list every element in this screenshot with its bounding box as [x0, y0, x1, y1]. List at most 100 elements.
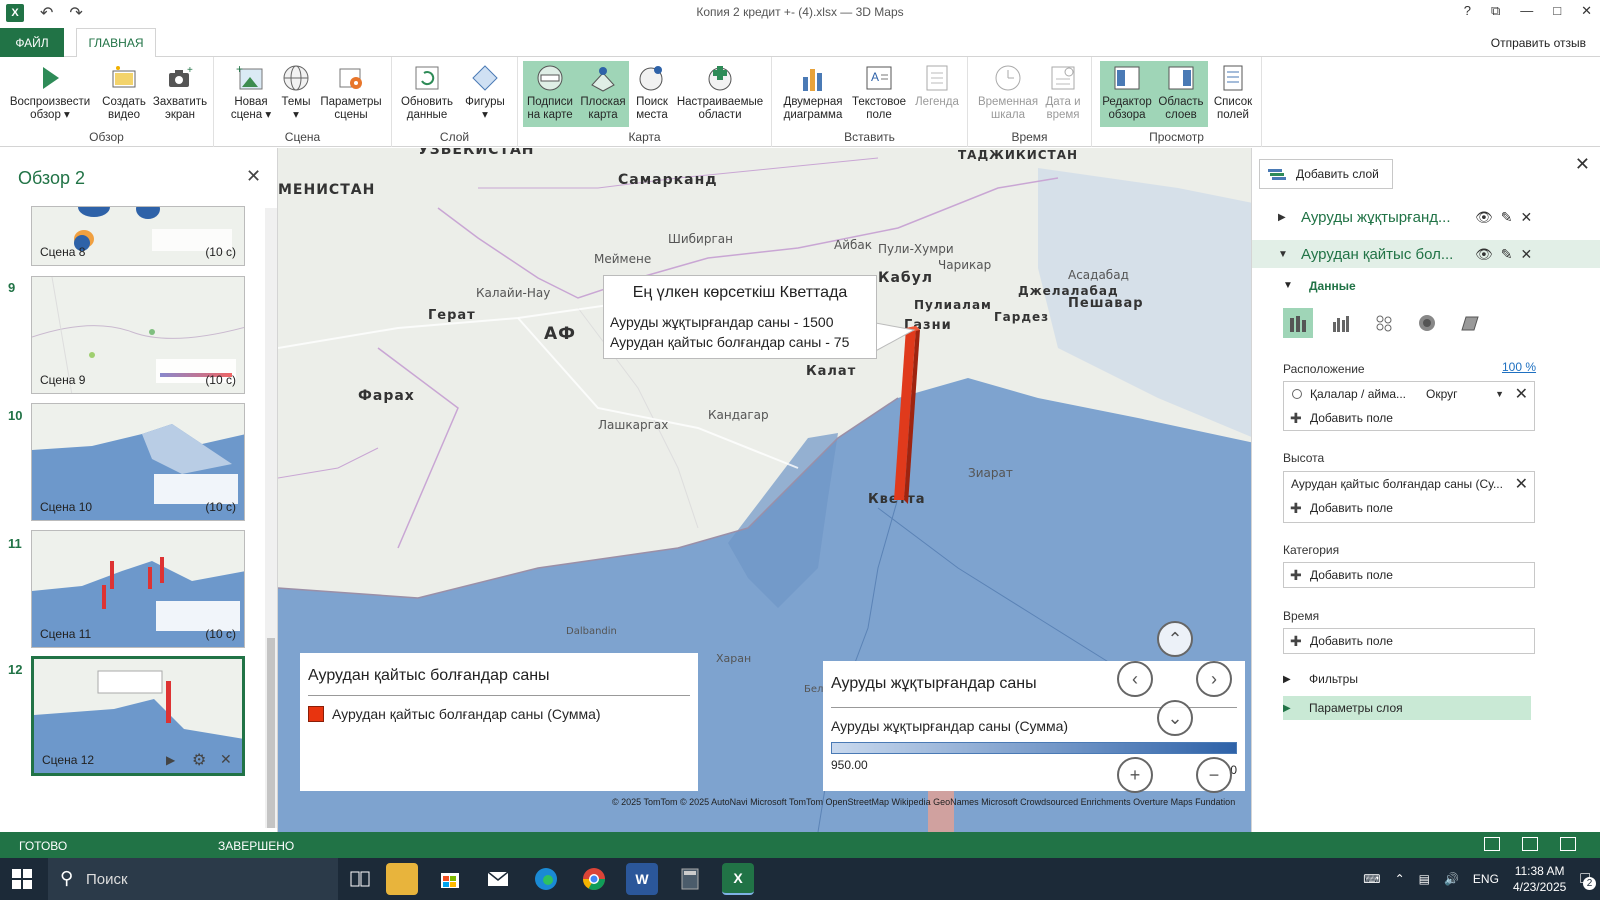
layer-options-section[interactable]: ▶ Параметры слоя [1283, 696, 1531, 720]
location-field-row[interactable]: Қалалар / айма... Округ ▼ ✕ [1284, 382, 1534, 406]
clustered-column-icon[interactable] [1326, 308, 1356, 338]
find-location-button[interactable]: Поиск места [631, 61, 673, 127]
scene-delete-icon[interactable]: ✕ [220, 751, 232, 768]
send-feedback-button[interactable]: Отправить отзыв [1491, 36, 1586, 50]
location-type-select[interactable]: Округ [1426, 387, 1458, 401]
legend-deaths[interactable]: Аурудан қайтыс болғандар саны Аурудан қа… [300, 653, 698, 791]
language-indicator[interactable]: ENG [1473, 872, 1499, 886]
add-field-row[interactable]: ✚ Добавить поле [1284, 563, 1534, 587]
chevron-down-icon[interactable]: ▼ [1495, 389, 1504, 399]
themes-button[interactable]: Темы ▾ [278, 61, 314, 127]
date-time-button[interactable]: Дата и время [1040, 61, 1086, 127]
expand-icon[interactable]: ▶ [1278, 212, 1286, 223]
collapse-icon[interactable]: ▼ [1278, 249, 1288, 260]
legend-button[interactable]: Легенда [912, 61, 962, 127]
new-scene-button[interactable]: + Новая сцена ▾ [226, 61, 276, 127]
eye-icon[interactable]: 👁 [1475, 246, 1493, 263]
tab-file[interactable]: ФАЙЛ [0, 28, 64, 57]
fit-view-icon[interactable] [1522, 837, 1538, 851]
custom-regions-button[interactable]: Настраиваемые области [674, 61, 766, 127]
remove-field-icon[interactable]: ✕ [1515, 474, 1528, 494]
data-section-collapse-icon[interactable]: ▼ [1283, 280, 1293, 291]
scrollbar-thumb[interactable] [267, 638, 275, 828]
scene-thumbnail-10[interactable]: Сцена 10 (10 с) [31, 403, 245, 521]
field-list-button[interactable]: Список полей [1210, 61, 1256, 127]
create-video-button[interactable]: Создать видео [98, 61, 150, 127]
remove-field-icon[interactable]: ✕ [1515, 384, 1528, 404]
chrome-icon[interactable] [578, 863, 610, 895]
delete-layer-icon[interactable]: ✕ [1521, 246, 1533, 263]
scene-settings-icon[interactable]: ⚙ [192, 750, 206, 770]
zoom-in-button[interactable]: + [1117, 757, 1153, 793]
height-field-row[interactable]: Аурудан қайтыс болғандар саны (Су... ✕ [1284, 472, 1534, 496]
scene-play-icon[interactable]: ▶ [166, 753, 175, 767]
fullscreen-icon[interactable] [1560, 837, 1576, 851]
2d-chart-button[interactable]: Двумерная диаграмма [780, 61, 846, 127]
add-field-row[interactable]: ✚ Добавить поле [1284, 406, 1534, 430]
radio-icon[interactable] [1292, 389, 1302, 399]
taskbar-search[interactable]: ⚲ Поиск [48, 858, 338, 900]
map-labels-button[interactable]: Подписи на карте [523, 61, 577, 127]
location-confidence-link[interactable]: 100 % [1502, 360, 1536, 374]
scene-thumbnail-11[interactable]: Сцена 11 (10 с) [31, 530, 245, 648]
volume-icon[interactable]: 🔊 [1444, 872, 1459, 886]
scene-thumbnail-8[interactable]: Сцена 8 (10 с) [31, 206, 245, 266]
flat-map-button[interactable]: Плоская карта [577, 61, 629, 127]
refresh-data-button[interactable]: Обновить данные [398, 61, 456, 127]
scene-options-button[interactable]: Параметры сцены [316, 61, 386, 127]
zoom-out-button[interactable]: − [1196, 757, 1232, 793]
timeline-button[interactable]: Временная шкала [976, 61, 1040, 127]
layer-pane-close-button[interactable]: ✕ [1575, 154, 1590, 175]
tour-close-button[interactable]: ✕ [246, 166, 261, 187]
pencil-icon[interactable]: ✎ [1501, 246, 1513, 263]
layer-item-infected[interactable]: ▶ Ауруды жұқтырғанд... 👁 ✎ ✕ [1252, 203, 1600, 231]
tilt-down-button[interactable]: ⌄ [1157, 700, 1193, 736]
close-button[interactable]: ✕ [1581, 3, 1592, 19]
help-button[interactable]: ? [1464, 3, 1471, 19]
windows-start-icon[interactable] [12, 869, 32, 889]
maximize-button[interactable]: □ [1553, 3, 1561, 19]
tour-editor-button[interactable]: Редактор обзора [1100, 61, 1154, 127]
task-view-icon[interactable] [344, 863, 376, 895]
play-tour-button[interactable]: Воспроизвести обзор ▾ [6, 61, 94, 127]
minimize-button[interactable]: — [1520, 3, 1533, 19]
scene-thumbnail-9[interactable]: Сцена 9 (10 с) [31, 276, 245, 394]
layer-pane-button[interactable]: Область слоев [1154, 61, 1208, 127]
pencil-icon[interactable]: ✎ [1501, 209, 1513, 226]
keyboard-icon[interactable]: ⌨ [1363, 872, 1380, 886]
capture-screen-button[interactable]: + Захватить экран [152, 61, 208, 127]
file-explorer-icon[interactable] [386, 863, 418, 895]
add-field-row[interactable]: ✚ Добавить поле [1284, 629, 1534, 653]
calculator-icon[interactable] [674, 863, 706, 895]
undo-icon[interactable]: ↶ [40, 3, 53, 23]
text-box-button[interactable]: A Текстовое поле [848, 61, 910, 127]
data-section-header[interactable]: Данные [1309, 279, 1356, 293]
region-icon[interactable] [1455, 308, 1485, 338]
shapes-button[interactable]: Фигуры ▾ [460, 61, 510, 127]
redo-icon[interactable]: ↷ [69, 3, 82, 23]
word-icon[interactable]: W [626, 863, 658, 895]
tour-scrollbar[interactable] [265, 208, 277, 828]
screenshot-icon[interactable] [1484, 837, 1500, 851]
heat-map-icon[interactable] [1412, 308, 1442, 338]
chevron-up-icon[interactable]: ⌃ [1395, 872, 1405, 886]
add-field-row[interactable]: ✚ Добавить поле [1284, 496, 1534, 520]
tab-home[interactable]: ГЛАВНАЯ [76, 28, 156, 58]
clock[interactable]: 11:38 AM 4/23/2025 [1513, 863, 1566, 895]
stacked-column-icon[interactable] [1283, 308, 1313, 338]
ribbon-display-options-button[interactable]: ⧉ [1491, 3, 1500, 19]
bubble-icon[interactable] [1369, 308, 1399, 338]
scene-thumbnail-12[interactable]: Сцена 12 ▶ ⚙ ✕ [31, 656, 245, 776]
layer-item-deaths[interactable]: ▼ Аурудан қайтыс бол... 👁 ✎ ✕ [1252, 240, 1600, 268]
tilt-up-button[interactable]: ⌃ [1157, 621, 1193, 657]
edge-icon[interactable] [530, 863, 562, 895]
rotate-left-button[interactable]: ‹ [1117, 661, 1153, 697]
delete-layer-icon[interactable]: ✕ [1521, 209, 1533, 226]
add-layer-button[interactable]: Добавить слой [1259, 159, 1393, 189]
store-icon[interactable] [434, 863, 466, 895]
rotate-right-button[interactable]: › [1196, 661, 1232, 697]
excel-taskbar-icon[interactable]: X [722, 863, 754, 895]
network-icon[interactable]: ▤ [1419, 872, 1430, 886]
notifications-icon[interactable]: □2 [1580, 870, 1596, 890]
eye-icon[interactable]: 👁 [1475, 209, 1493, 226]
